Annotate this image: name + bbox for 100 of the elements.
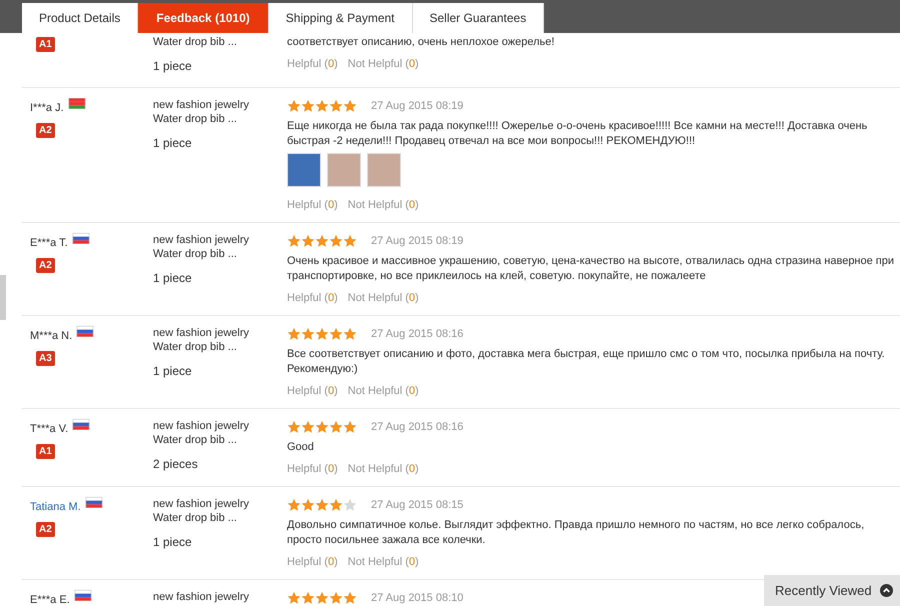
helpful-link[interactable]: Helpful (0) bbox=[287, 382, 338, 399]
review-date: 27 Aug 2015 08:19 bbox=[371, 234, 464, 249]
star-icon bbox=[315, 327, 329, 342]
star-icon bbox=[315, 498, 329, 512]
star-icon bbox=[315, 99, 329, 114]
recently-viewed-button[interactable]: Recently Viewed bbox=[764, 575, 900, 606]
not-helpful-link[interactable]: Not Helpful (0) bbox=[348, 460, 419, 477]
review-text: Все соответствует описанию и фото, доставка мега быстрая, еще пришло смс о том что, посылка прибыла на почту. Рекомендую:) bbox=[287, 346, 886, 376]
star-icon bbox=[315, 234, 329, 248]
product-title: new fashion jewelry bbox=[153, 590, 250, 604]
not-helpful-link[interactable]: Not Helpful (0) bbox=[348, 56, 419, 72]
review-date: 27 Aug 2015 08:16 bbox=[371, 420, 464, 435]
star-icon bbox=[301, 420, 315, 434]
helpful-link[interactable]: Helpful (0) bbox=[287, 290, 338, 306]
quantity: 1 piece bbox=[153, 363, 193, 380]
star-icon bbox=[287, 99, 301, 114]
review-text: Довольно симпатичное колье. Выглядит эффектно. Правда пришло немного по частям, но все легко собралось, просто посильнее зажала все колечки. bbox=[287, 518, 866, 548]
not-helpful-link[interactable]: Not Helpful (0) bbox=[348, 554, 419, 570]
star-icon bbox=[343, 327, 357, 342]
star-icon bbox=[343, 234, 357, 248]
review-text: Good bbox=[287, 440, 315, 454]
side-tab[interactable] bbox=[0, 275, 6, 320]
star-icon bbox=[329, 591, 343, 606]
star-icon bbox=[329, 498, 343, 512]
quantity: 2 pieces bbox=[153, 456, 199, 473]
flag-icon bbox=[84, 497, 103, 508]
reviewer-name: T***a V. bbox=[30, 422, 68, 437]
star-icon bbox=[301, 234, 315, 248]
star-icon bbox=[287, 327, 301, 342]
star-icon bbox=[301, 99, 315, 114]
level-badge: A2 bbox=[36, 258, 55, 272]
review-text: Еще никогда не была так рада покупке!!!! Ожерелье о-о-очень красивое!!!!! Все камни на месте!!! Доставка очень быстрая -2 недели!!! Продавец отвечал на все мои вопросы!!! РЕКОМЕНДУЮ!!! bbox=[287, 118, 868, 148]
quantity: 1 piece bbox=[153, 135, 193, 152]
product-title: new fashion jewelry bbox=[153, 419, 250, 433]
star-icon bbox=[287, 591, 301, 606]
review-date: 27 Aug 2015 08:10 bbox=[371, 591, 464, 606]
star-icon bbox=[287, 234, 301, 248]
product-title: Water drop bib ... bbox=[153, 35, 238, 49]
helpful-link[interactable]: Helpful (0) bbox=[287, 56, 338, 72]
review-date: 27 Aug 2015 08:19 bbox=[371, 99, 464, 114]
photo-placeholder[interactable] bbox=[287, 152, 321, 186]
helpful-link[interactable]: Helpful (0) bbox=[287, 554, 338, 570]
photo-placeholder[interactable] bbox=[367, 152, 401, 186]
flag-icon bbox=[72, 233, 90, 244]
level-badge: A2 bbox=[36, 522, 55, 536]
reviewer-name: E***a E. bbox=[30, 593, 70, 606]
star-icon bbox=[315, 591, 329, 606]
quantity: 1 piece bbox=[153, 534, 193, 551]
review-date: 27 Aug 2015 08:16 bbox=[371, 327, 464, 342]
level-badge: A3 bbox=[36, 350, 55, 366]
not-helpful-link[interactable]: Not Helpful (0) bbox=[348, 382, 419, 399]
product-title: new fashion jewelry bbox=[153, 497, 250, 511]
star-icon bbox=[329, 234, 343, 248]
reviewer-name[interactable]: Tatiana M. bbox=[30, 499, 81, 516]
star-icon bbox=[315, 420, 329, 434]
star-icon bbox=[343, 498, 357, 512]
product-title: new fashion jewelry bbox=[153, 98, 250, 112]
reviewer-name: M***a N. bbox=[30, 329, 72, 344]
tab[interactable]: Shipping & Payment bbox=[268, 3, 412, 33]
level-badge: A1 bbox=[36, 444, 55, 458]
star-icon bbox=[343, 99, 357, 114]
helpful-link[interactable]: Helpful (0) bbox=[287, 460, 338, 477]
flag-icon bbox=[76, 326, 94, 337]
product-title: Water drop bib ... bbox=[153, 511, 238, 525]
review-date: 27 Aug 2015 08:15 bbox=[371, 498, 464, 513]
product-title: Water drop bib ... bbox=[153, 247, 238, 261]
tab[interactable]: Product Details bbox=[22, 3, 138, 33]
review-text: Очень красивое и массивное украшению, советую, цена-качество на высоте, отвалилась одна стразина наверное при транспортировке, но все приклеилось на клей, советую. покупайте, не пожалеете bbox=[287, 254, 896, 284]
level-badge: A2 bbox=[36, 122, 55, 138]
chevron-up-icon bbox=[880, 584, 893, 597]
product-title: new fashion jewelry bbox=[153, 233, 250, 247]
helpful-link[interactable]: Helpful (0) bbox=[287, 196, 338, 213]
tab[interactable]: Seller Guarantees bbox=[412, 3, 544, 33]
star-icon bbox=[343, 420, 357, 434]
product-title: Water drop bib ... bbox=[153, 340, 238, 354]
quantity: 1 piece bbox=[153, 270, 193, 287]
star-icon bbox=[301, 591, 315, 606]
flag-icon bbox=[72, 419, 90, 430]
tab[interactable]: Feedback (1010) bbox=[138, 3, 269, 33]
not-helpful-link[interactable]: Not Helpful (0) bbox=[348, 196, 419, 213]
star-icon bbox=[329, 99, 343, 114]
reviewer-name: I***a J. bbox=[30, 101, 64, 116]
product-title: new fashion jewelry bbox=[153, 326, 250, 340]
star-icon bbox=[329, 327, 343, 342]
star-icon bbox=[329, 420, 343, 434]
reviewer-name: E***a T. bbox=[30, 236, 68, 251]
product-title: Water drop bib ... bbox=[153, 433, 238, 447]
star-icon bbox=[287, 498, 301, 512]
star-icon bbox=[301, 498, 315, 512]
star-icon bbox=[287, 420, 301, 434]
flag-icon bbox=[74, 590, 92, 601]
star-icon bbox=[301, 327, 315, 342]
quantity: 1 piece bbox=[153, 58, 193, 75]
level-badge: A1 bbox=[36, 37, 55, 52]
not-helpful-link[interactable]: Not Helpful (0) bbox=[348, 290, 419, 306]
photo-placeholder[interactable] bbox=[327, 152, 361, 186]
review-text: соответствует описанию, очень неплохое ожерелье! bbox=[287, 35, 556, 50]
product-title: Water drop bib ... bbox=[153, 112, 238, 126]
star-icon bbox=[343, 591, 357, 606]
flag-icon bbox=[68, 98, 86, 109]
